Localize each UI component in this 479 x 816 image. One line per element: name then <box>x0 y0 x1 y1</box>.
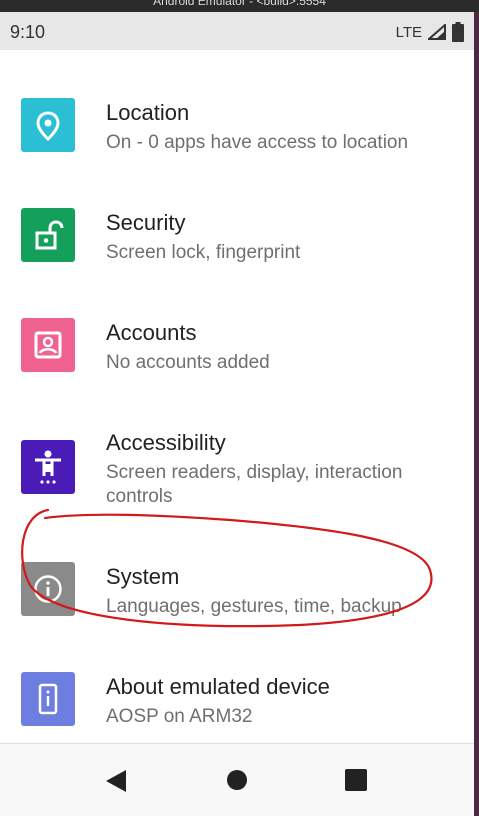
settings-item-system[interactable]: System Languages, gestures, time, backup <box>0 514 474 624</box>
accessibility-icon-tile <box>21 440 75 494</box>
item-subtitle: On - 0 apps have access to location <box>106 132 409 153</box>
item-title: Location <box>106 100 190 125</box>
item-subtitle: Languages, gestures, time, backup <box>106 596 402 617</box>
item-title: Security <box>106 210 186 235</box>
settings-item-about[interactable]: About emulated device AOSP on ARM32 <box>0 624 474 734</box>
status-bar: 9:10 LTE <box>0 12 474 50</box>
location-icon <box>21 98 75 152</box>
about-icon-tile <box>21 672 75 726</box>
accounts-icon-tile <box>21 318 75 372</box>
info-icon <box>21 562 75 616</box>
item-title: System <box>106 564 180 589</box>
accessibility-icon <box>21 440 75 494</box>
recents-icon[interactable] <box>345 769 367 791</box>
item-title: Accessibility <box>106 430 226 455</box>
item-title: Accounts <box>106 320 197 345</box>
item-title: About emulated device <box>106 674 330 699</box>
item-subtitle: AOSP on ARM32 <box>106 706 253 727</box>
home-icon[interactable] <box>226 769 248 791</box>
settings-item-accounts[interactable]: Accounts No accounts added <box>0 270 474 380</box>
emulator-title-bar: Android Emulator - <build>:5554 <box>0 0 479 12</box>
back-icon[interactable] <box>104 769 128 793</box>
lock-icon <box>21 208 75 262</box>
item-subtitle: No accounts added <box>106 352 270 373</box>
security-icon-tile <box>21 208 75 262</box>
status-time: 9:10 <box>10 22 46 42</box>
location-icon-tile <box>21 98 75 152</box>
item-subtitle: Screen lock, fingerprint <box>106 242 301 263</box>
settings-item-accessibility[interactable]: Accessibility Screen readers, display, i… <box>0 380 474 514</box>
account-icon <box>21 318 75 372</box>
phone-screen: 9:10 LTE Location On - 0 apps have acces… <box>0 12 474 816</box>
emulator-title: Android Emulator - <build>:5554 <box>153 0 326 8</box>
navigation-bar <box>0 743 474 816</box>
signal-icon <box>428 24 446 40</box>
settings-item-security[interactable]: Security Screen lock, fingerprint <box>0 160 474 270</box>
system-icon-tile <box>21 562 75 616</box>
item-subtitle: Screen readers, display, interaction con… <box>106 462 403 507</box>
settings-item-location[interactable]: Location On - 0 apps have access to loca… <box>0 50 474 160</box>
window-edge <box>474 12 479 816</box>
battery-icon <box>452 22 464 42</box>
network-type: LTE <box>395 23 422 41</box>
status-icons: LTE <box>396 22 464 42</box>
phone-info-icon <box>21 672 75 726</box>
